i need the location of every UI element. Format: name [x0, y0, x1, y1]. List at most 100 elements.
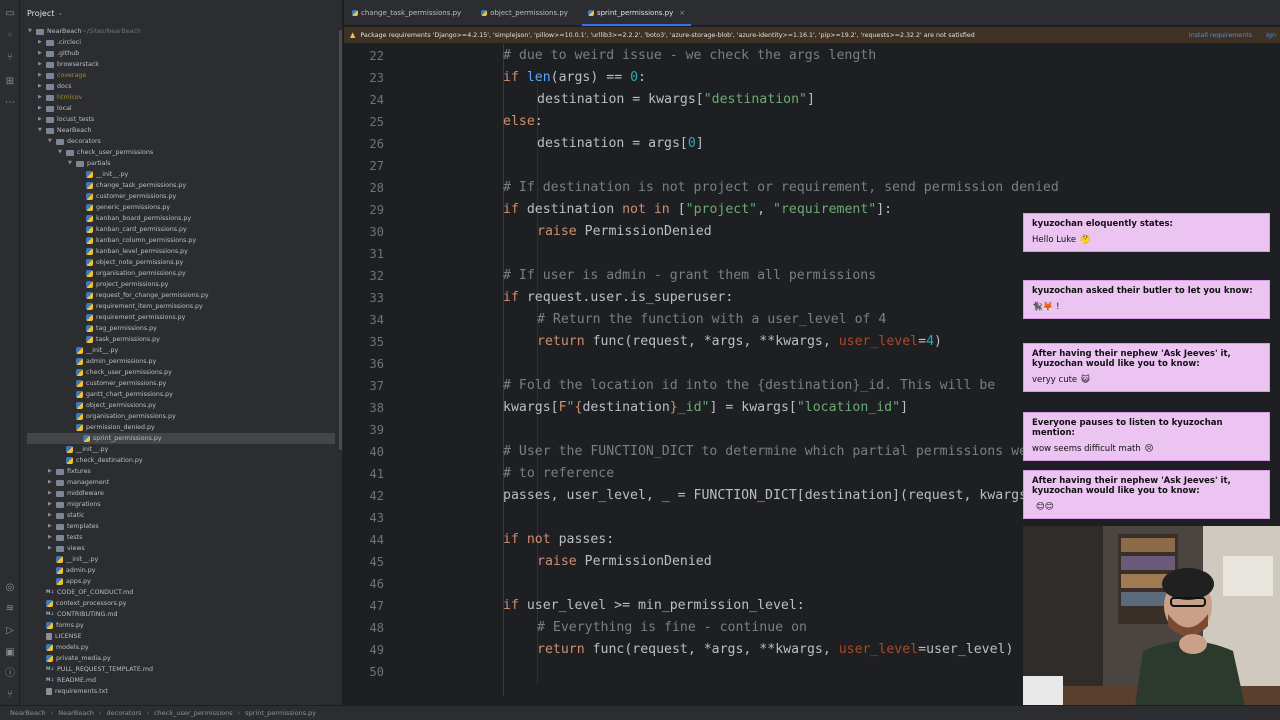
tab-change-task-permissions[interactable]: change_task_permissions.py — [344, 0, 471, 26]
code-line[interactable]: destination = args[0] — [537, 134, 704, 154]
tree-file[interactable]: LICENSE — [20, 631, 81, 642]
tree-file[interactable]: permission_denied.py — [20, 422, 155, 433]
tree-folder[interactable]: ▶ tests — [20, 532, 82, 543]
tree-file[interactable]: context_processors.py — [20, 598, 127, 609]
code-line[interactable]: # due to weird issue - we check the args… — [503, 46, 876, 66]
tree-file[interactable]: requirement_permissions.py — [20, 312, 185, 323]
chevron-down-icon[interactable]: ▼ — [48, 136, 56, 147]
code-line[interactable]: # Return the function with a user_level … — [537, 310, 886, 330]
tree-folder[interactable]: ▶ htmlcov — [20, 92, 82, 103]
code-line[interactable]: destination = kwargs["destination"] — [537, 90, 815, 110]
chevron-down-icon[interactable]: ▼ — [38, 125, 46, 136]
tree-file[interactable]: customer_permissions.py — [20, 378, 166, 389]
chevron-right-icon[interactable]: ▶ — [48, 466, 56, 477]
tree-file[interactable]: private_media.py — [20, 653, 111, 664]
code-line[interactable]: # Fold the location id into the {destina… — [503, 376, 995, 396]
tree-folder[interactable]: ▶ browserstack — [20, 59, 99, 70]
tree-scrollbar[interactable] — [339, 30, 342, 450]
tree-file[interactable]: apps.py — [20, 576, 91, 587]
tree-folder[interactable]: ▶ .circleci — [20, 37, 81, 48]
chevron-right-icon[interactable]: ▶ — [38, 48, 46, 59]
problems-icon[interactable]: ⓘ — [4, 668, 16, 680]
code-line[interactable]: kwargs[F"{destination}_id"] = kwargs["lo… — [503, 398, 908, 418]
code-line[interactable]: # User the FUNCTION_DICT to determine wh… — [503, 442, 1067, 462]
code-line[interactable]: if destination not in ["project", "requi… — [503, 200, 892, 220]
layers-icon[interactable]: ≋ — [4, 603, 16, 615]
tree-file[interactable]: sprint_permissions.py — [27, 433, 335, 444]
tree-folder[interactable]: ▼ decorators — [20, 136, 101, 147]
tree-file[interactable]: M↓ CONTRIBUTING.md — [20, 609, 118, 620]
tree-file[interactable]: organisation_permissions.py — [20, 411, 176, 422]
code-line[interactable]: passes, user_level, _ = FUNCTION_DICT[de… — [503, 486, 1035, 506]
tree-file[interactable]: requirement_item_permissions.py — [20, 301, 203, 312]
project-panel-header[interactable]: Project ⌄ — [20, 0, 342, 26]
chevron-right-icon[interactable]: ▶ — [38, 114, 46, 125]
tree-file[interactable]: __init__.py — [20, 345, 118, 356]
tree-folder[interactable]: ▶ coverage — [20, 70, 86, 81]
tree-file[interactable]: customer_permissions.py — [20, 191, 176, 202]
git-icon[interactable]: ⑂ — [4, 689, 16, 701]
tree-file[interactable]: tag_permissions.py — [20, 323, 157, 334]
tree-folder[interactable]: ▶ middleware — [20, 488, 104, 499]
code-line[interactable]: raise PermissionDenied — [537, 222, 712, 242]
tree-file[interactable]: kanban_board_permissions.py — [20, 213, 191, 224]
code-line[interactable]: if user_level >= min_permission_level: — [503, 596, 805, 616]
chevron-down-icon[interactable]: ▼ — [58, 147, 66, 158]
tree-file[interactable]: admin.py — [20, 565, 95, 576]
tree-file[interactable]: __init__.py — [20, 444, 108, 455]
tree-file[interactable]: change_task_permissions.py — [20, 180, 186, 191]
tree-folder[interactable]: ▶ locust_tests — [20, 114, 94, 125]
close-icon[interactable]: × — [679, 9, 685, 17]
tree-file[interactable]: kanban_column_permissions.py — [20, 235, 196, 246]
breadcrumb-item[interactable]: decorators — [107, 709, 142, 717]
tree-file[interactable]: gantt_chart_permissions.py — [20, 389, 173, 400]
tree-file[interactable]: organisation_permissions.py — [20, 268, 186, 279]
tree-file[interactable]: task_permissions.py — [20, 334, 160, 345]
chevron-down-icon[interactable]: ▼ — [28, 26, 36, 37]
code-line[interactable]: raise PermissionDenied — [537, 552, 712, 572]
chevron-right-icon[interactable]: ▶ — [48, 477, 56, 488]
chevron-right-icon[interactable]: ▶ — [38, 59, 46, 70]
breadcrumb-item[interactable]: NearBeach — [58, 709, 94, 717]
tree-file[interactable]: object_permissions.py — [20, 400, 156, 411]
tree-folder[interactable]: ▶ local — [20, 103, 72, 114]
tree-folder[interactable]: ▶ static — [20, 510, 84, 521]
tree-file[interactable]: admin_permissions.py — [20, 356, 156, 367]
tree-folder[interactable]: ▶ management — [20, 477, 109, 488]
tree-file[interactable]: request_for_change_permissions.py — [20, 290, 209, 301]
tree-file[interactable]: models.py — [20, 642, 89, 653]
code-line[interactable]: return func(request, *args, **kwargs, us… — [537, 640, 1013, 660]
folder-icon[interactable]: ▭ — [4, 8, 16, 20]
breadcrumb-item[interactable]: check_user_permissions — [154, 709, 233, 717]
structure-icon[interactable]: ⊞ — [4, 76, 16, 88]
more-icon[interactable]: ⋯ — [4, 97, 16, 109]
breadcrumb-item[interactable]: NearBeach — [10, 709, 46, 717]
chevron-right-icon[interactable]: ▶ — [38, 92, 46, 103]
code-line[interactable]: # If destination is not project or requi… — [503, 178, 1059, 198]
branches-icon[interactable]: ⑂ — [4, 52, 16, 64]
tree-folder[interactable]: ▶ docs — [20, 81, 72, 92]
commit-icon[interactable]: ◦ — [4, 30, 16, 42]
chevron-right-icon[interactable]: ▶ — [48, 543, 56, 554]
tree-file[interactable]: requirements.txt — [20, 686, 108, 697]
tree-file[interactable]: generic_permissions.py — [20, 202, 170, 213]
tab-object-permissions[interactable]: object_permissions.py — [471, 0, 578, 26]
tree-folder[interactable]: ▶ templates — [20, 521, 99, 532]
chevron-right-icon[interactable]: ▶ — [38, 103, 46, 114]
tree-file[interactable]: M↓ PULL_REQUEST_TEMPLATE.md — [20, 664, 153, 675]
code-line[interactable]: # If user is admin - grant them all perm… — [503, 266, 876, 286]
tree-file[interactable]: kanban_card_permissions.py — [20, 224, 187, 235]
tree-file[interactable]: M↓ CODE_OF_CONDUCT.md — [20, 587, 133, 598]
chevron-right-icon[interactable]: ▶ — [38, 70, 46, 81]
chevron-right-icon[interactable]: ▶ — [48, 532, 56, 543]
python-packages-icon[interactable]: ◎ — [4, 582, 16, 594]
tree-file[interactable]: check_destination.py — [20, 455, 143, 466]
chevron-right-icon[interactable]: ▶ — [38, 81, 46, 92]
tree-folder[interactable]: ▼ partials — [20, 158, 111, 169]
tree-folder[interactable]: ▶ fixtures — [20, 466, 91, 477]
chevron-right-icon[interactable]: ▶ — [48, 488, 56, 499]
install-requirements-link[interactable]: Install requirements — [1189, 32, 1252, 39]
tree-file[interactable]: check_user_permissions.py — [20, 367, 172, 378]
tree-file[interactable]: object_note_permissions.py — [20, 257, 183, 268]
code-line[interactable]: # Everything is fine - continue on — [537, 618, 807, 638]
